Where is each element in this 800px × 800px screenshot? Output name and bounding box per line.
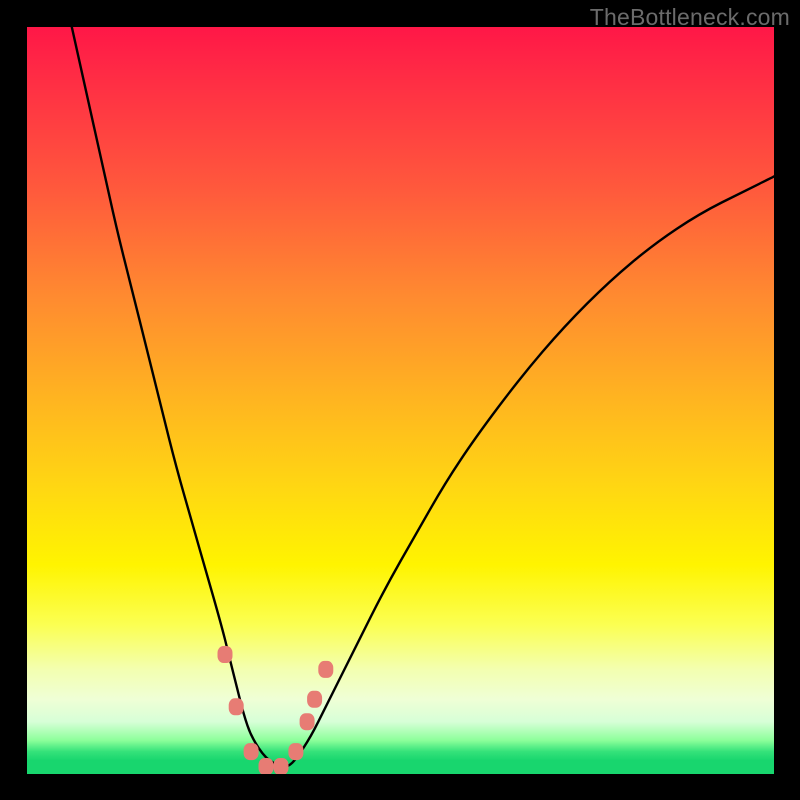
bottleneck-curve-path — [72, 27, 774, 767]
highlight-markers — [218, 646, 334, 774]
highlight-marker — [259, 758, 274, 774]
highlight-marker — [288, 743, 303, 760]
highlight-marker — [307, 691, 322, 708]
highlight-marker — [318, 661, 333, 678]
highlight-marker — [218, 646, 233, 663]
highlight-marker — [229, 698, 244, 715]
highlight-marker — [300, 713, 315, 730]
highlight-marker — [274, 758, 289, 774]
watermark-text: TheBottleneck.com — [590, 4, 790, 31]
plot-area — [27, 27, 774, 774]
chart-frame: TheBottleneck.com — [0, 0, 800, 800]
highlight-marker — [244, 743, 259, 760]
curve-path-group — [72, 27, 774, 767]
bottleneck-curve-svg — [27, 27, 774, 774]
